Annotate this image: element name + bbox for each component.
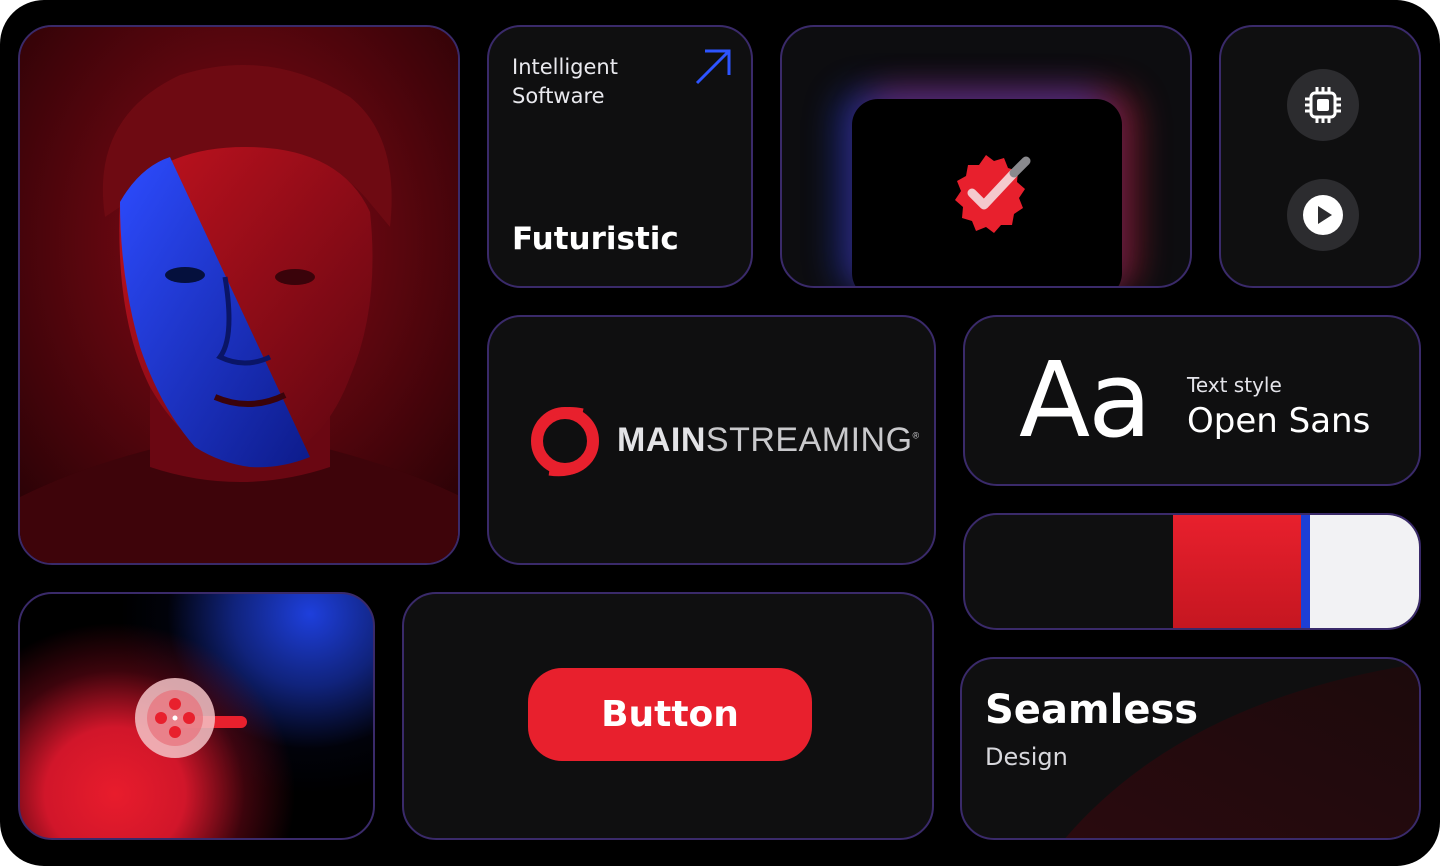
card-subtitle: Intelligent Software: [512, 55, 618, 108]
card-title: Seamless: [985, 687, 1199, 733]
arrow-up-right-icon[interactable]: [693, 47, 733, 87]
play-button[interactable]: [1287, 179, 1359, 251]
icon-buttons-card: [1219, 25, 1421, 288]
type-sample: Aa: [1019, 339, 1152, 461]
verified-badge-icon: [955, 155, 1031, 233]
registered-mark: ®: [912, 430, 920, 441]
primary-button[interactable]: Button: [528, 668, 812, 761]
intelligent-software-card: Intelligent Software Futuristic: [487, 25, 753, 288]
swatch-white: [1310, 515, 1419, 628]
brand-rest: STREAMING: [705, 421, 913, 459]
portrait-card: [18, 25, 460, 565]
font-name: Open Sans: [1187, 401, 1371, 441]
design-board: Intelligent Software Futuristic MAINSTRE…: [0, 0, 1440, 866]
button-card: Button: [402, 592, 934, 840]
text-style-label: Text style: [1187, 373, 1282, 397]
chip-button[interactable]: [1287, 69, 1359, 141]
play-icon: [1303, 195, 1343, 235]
film-reel-icon: [135, 678, 247, 758]
mainstreaming-logo-icon: [531, 407, 599, 477]
card-title: Futuristic: [512, 221, 679, 257]
swatch-red: [1173, 515, 1303, 628]
verified-card: [780, 25, 1192, 288]
color-swatch-card: [963, 513, 1421, 630]
brand-bold: MAIN: [617, 421, 706, 459]
brand-wordmark: MAINSTREAMING®: [617, 421, 920, 460]
film-gradient-card: [18, 592, 375, 840]
typography-card: Aa Text style Open Sans: [963, 315, 1421, 486]
portrait-image: [20, 27, 458, 563]
card-subtitle: Design: [985, 743, 1068, 771]
chip-icon: [1305, 87, 1341, 123]
logo-card: MAINSTREAMING®: [487, 315, 936, 565]
seamless-design-card: Seamless Design: [960, 657, 1421, 840]
